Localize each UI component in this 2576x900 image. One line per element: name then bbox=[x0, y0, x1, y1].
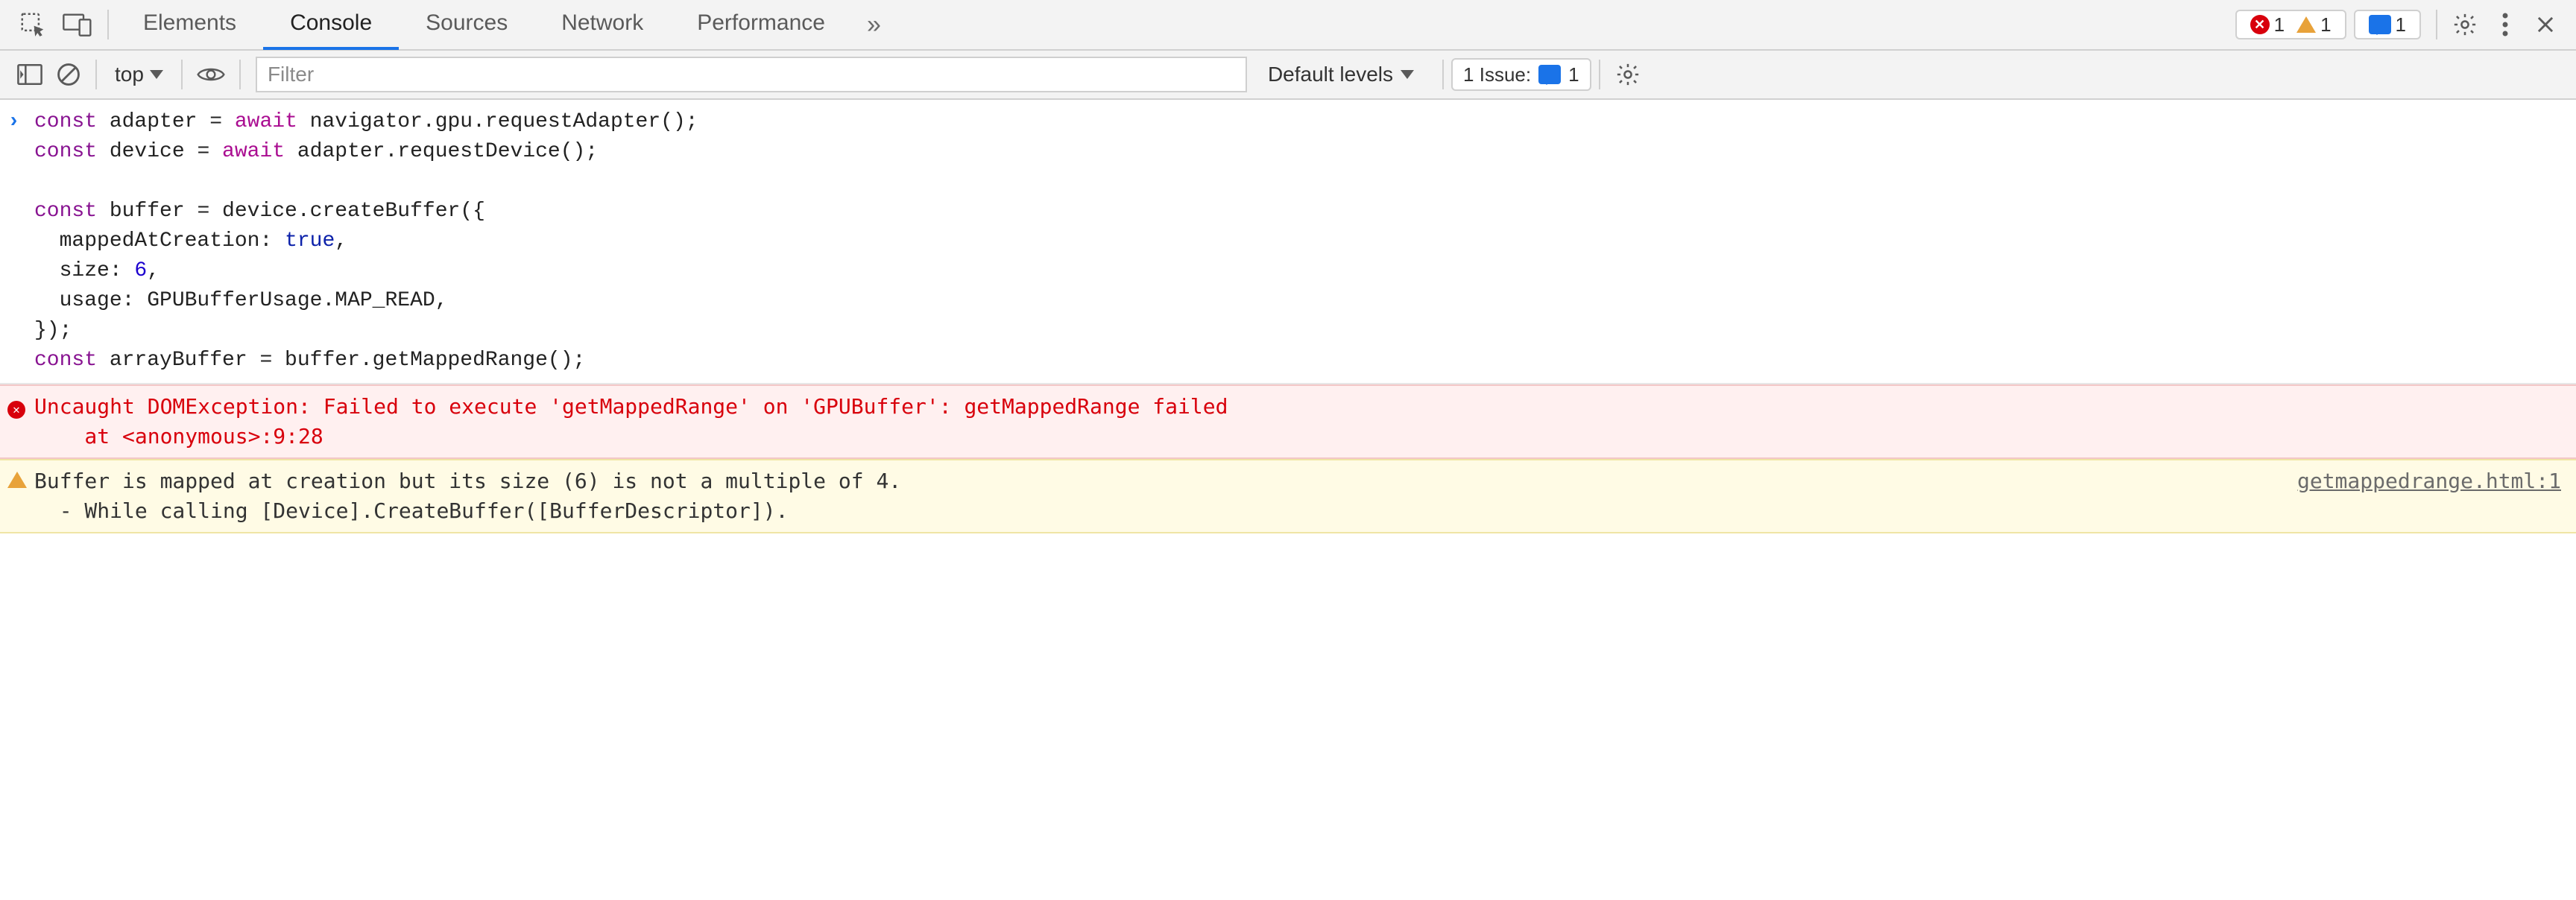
divider bbox=[1599, 60, 1600, 89]
tab-network[interactable]: Network bbox=[534, 0, 670, 50]
issues-count: 1 bbox=[1568, 63, 1579, 86]
filter-input[interactable] bbox=[256, 57, 1247, 92]
console-output: › const adapter = await navigator.gpu.re… bbox=[0, 100, 2576, 533]
devtools-tabbar: Elements Console Sources Network Perform… bbox=[0, 0, 2576, 51]
error-text: Uncaught DOMException: Failed to execute… bbox=[34, 392, 2561, 451]
error-icon: ✕ bbox=[2250, 15, 2270, 34]
console-input-entry[interactable]: › const adapter = await navigator.gpu.re… bbox=[0, 100, 2576, 384]
divider bbox=[2436, 10, 2437, 39]
code-text: const adapter = await navigator.gpu.requ… bbox=[34, 107, 698, 375]
error-icon: ✕ bbox=[7, 392, 34, 422]
status-errors[interactable]: ✕ 1 bbox=[2244, 13, 2291, 37]
input-prompt-icon: › bbox=[7, 107, 34, 375]
info-icon bbox=[2369, 15, 2391, 34]
warning-source-link[interactable]: getmappedrange.html:1 bbox=[2275, 466, 2561, 496]
status-counts[interactable]: ✕ 1 1 bbox=[2235, 10, 2346, 39]
clear-console-icon[interactable] bbox=[49, 55, 88, 94]
divider bbox=[1442, 60, 1444, 89]
tab-console[interactable]: Console bbox=[263, 0, 399, 50]
inspect-element-icon[interactable] bbox=[10, 2, 55, 47]
tabs-overflow-icon[interactable]: » bbox=[852, 10, 896, 39]
filter-input-wrapper bbox=[256, 57, 1247, 92]
close-icon[interactable] bbox=[2525, 4, 2566, 45]
device-toggle-icon[interactable] bbox=[55, 2, 100, 47]
warning-icon bbox=[7, 466, 34, 496]
console-settings-icon[interactable] bbox=[1608, 54, 1648, 95]
error-count: 1 bbox=[2274, 13, 2285, 37]
status-warnings[interactable]: 1 bbox=[2291, 13, 2337, 37]
divider bbox=[181, 60, 183, 89]
issues-label: 1 Issue: bbox=[1463, 63, 1531, 86]
tab-performance[interactable]: Performance bbox=[670, 0, 852, 50]
console-toolbar: top Default levels 1 Issue: 1 bbox=[0, 51, 2576, 100]
toggle-sidebar-icon[interactable] bbox=[10, 55, 49, 94]
info-icon bbox=[1538, 65, 1561, 84]
warning-count: 1 bbox=[2320, 13, 2331, 37]
context-label: top bbox=[115, 63, 144, 86]
divider bbox=[107, 10, 109, 39]
settings-icon[interactable] bbox=[2445, 4, 2485, 45]
panel-tabs: Elements Console Sources Network Perform… bbox=[116, 0, 896, 50]
issues-button[interactable]: 1 Issue: 1 bbox=[1451, 58, 1591, 91]
execution-context-select[interactable]: top bbox=[104, 63, 174, 86]
warning-text: Buffer is mapped at creation but its siz… bbox=[34, 466, 2275, 526]
live-expression-icon[interactable] bbox=[190, 55, 232, 94]
log-levels-select[interactable]: Default levels bbox=[1247, 63, 1435, 86]
status-info[interactable]: 1 bbox=[2363, 13, 2412, 37]
more-menu-icon[interactable] bbox=[2485, 4, 2525, 45]
tab-sources[interactable]: Sources bbox=[399, 0, 534, 50]
chevron-down-icon bbox=[1401, 70, 1414, 79]
tab-elements[interactable]: Elements bbox=[116, 0, 263, 50]
console-warning-message[interactable]: Buffer is mapped at creation but its siz… bbox=[0, 459, 2576, 533]
info-count: 1 bbox=[2396, 13, 2406, 37]
levels-label: Default levels bbox=[1268, 63, 1393, 86]
warning-icon bbox=[2296, 16, 2316, 33]
chevron-down-icon bbox=[150, 70, 163, 79]
status-info-pill[interactable]: 1 bbox=[2354, 10, 2421, 39]
divider bbox=[95, 60, 97, 89]
console-error-message[interactable]: ✕ Uncaught DOMException: Failed to execu… bbox=[0, 384, 2576, 459]
divider bbox=[239, 60, 241, 89]
